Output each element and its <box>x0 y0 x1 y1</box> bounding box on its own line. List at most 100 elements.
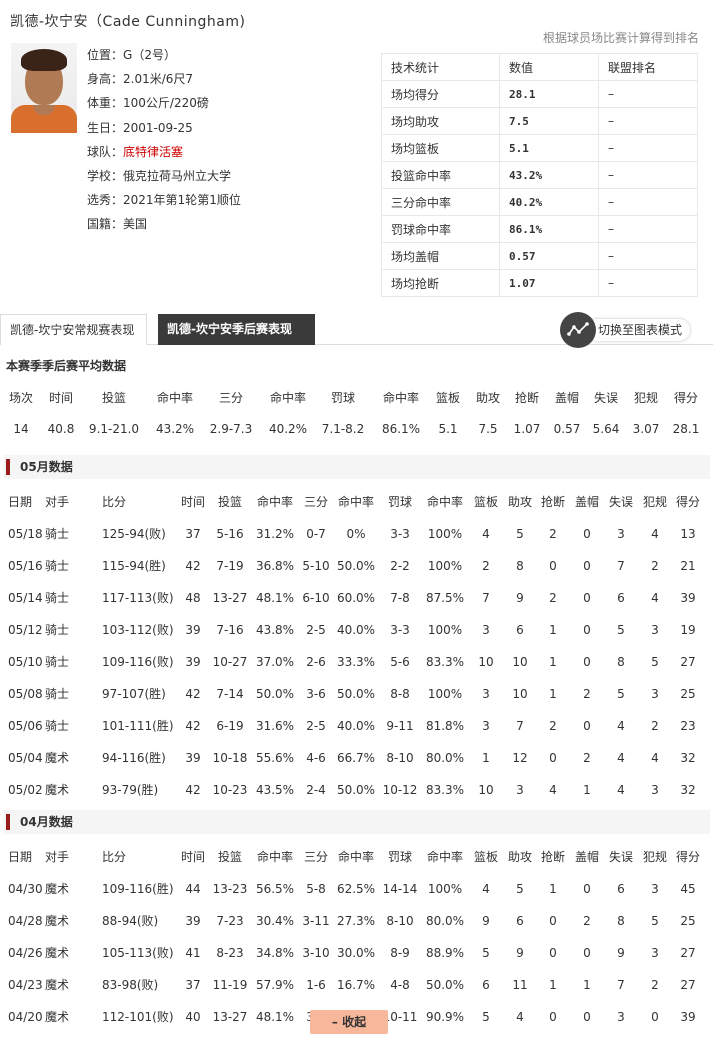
game-header-cell: 篮板 <box>473 495 499 509</box>
game-cell: 48.1% <box>255 1010 295 1024</box>
game-cell: 骑士 <box>45 623 70 637</box>
game-cell: 魔术 <box>45 946 70 960</box>
summary-header-cell: 篮板 <box>435 391 461 405</box>
game-header-cell: 投篮 <box>217 850 243 864</box>
game-cell: 81.8% <box>425 719 465 733</box>
game-cell: 5-16 <box>216 527 244 541</box>
tab-playoffs[interactable]: 凯德-坎宁安季后赛表现 <box>158 314 315 345</box>
game-cell: 10-27 <box>212 655 248 669</box>
game-header-cell: 失误 <box>608 495 634 509</box>
game-cell: 55.6% <box>255 751 295 765</box>
summary-header-cell: 盖帽 <box>554 391 580 405</box>
game-cell: 05/14 <box>8 591 43 605</box>
tech-stats-row: 三分命中率 40.2% – <box>381 188 698 216</box>
game-cell: 27 <box>680 978 696 992</box>
game-cell: 魔术 <box>45 978 70 992</box>
summary-header-cell: 投篮 <box>101 391 127 405</box>
game-cell: 7-14 <box>216 687 244 701</box>
game-header-cell: 得分 <box>675 495 701 509</box>
game-cell: 4 <box>482 527 490 541</box>
game-cell: 04/30 <box>8 882 43 896</box>
game-cell: 3 <box>651 687 659 701</box>
game-row: 04/28 魔术 88-94(败) 39 7-23 30.4% 3-11 27.3% 8-10 8… <box>0 905 713 937</box>
game-cell: 4 <box>516 1010 524 1024</box>
switch-chart-mode-label: 切换至图表模式 <box>586 319 691 341</box>
game-cell: 05/08 <box>8 687 43 701</box>
summary-value-cell: 7.1-8.2 <box>321 422 365 436</box>
game-cell: 5 <box>482 1010 490 1024</box>
tab-regular-season[interactable]: 凯德-坎宁安常规赛表现 <box>0 314 147 345</box>
game-cell: 1-6 <box>306 978 326 992</box>
game-cell: 2-5 <box>306 719 326 733</box>
game-cell: 56.5% <box>255 882 295 896</box>
game-cell: 8-10 <box>386 751 414 765</box>
tech-stats-row: 场均盖帽 0.57– <box>381 242 698 270</box>
collapse-button[interactable]: – 收起 <box>310 1010 388 1034</box>
game-cell: 19 <box>680 623 696 637</box>
game-row: 05/08 骑士 97-107(胜) 42 7-14 50.0% 3-6 50.0% 8-8 10… <box>0 678 713 710</box>
game-header-cell: 犯规 <box>642 495 668 509</box>
game-row: 05/02 魔术 93-79(胜) 42 10-23 43.5% 2-4 50.0% 10-12… <box>0 774 713 806</box>
game-cell: 1 <box>549 882 557 896</box>
team-link[interactable]: 底特律活塞 <box>123 145 183 159</box>
game-cell: 50.0% <box>336 559 376 573</box>
game-cell: 3 <box>651 946 659 960</box>
game-cell: 115-94(胜) <box>102 559 166 573</box>
summary-header-cell: 三分 <box>218 391 244 405</box>
game-cell: 30.4% <box>255 914 295 928</box>
game-cell: 31.2% <box>255 527 295 541</box>
month-header: 05月数据 <box>4 455 710 479</box>
game-cell: 04/20 <box>8 1010 43 1024</box>
game-cell: 100% <box>427 559 463 573</box>
game-cell: 10 <box>478 783 494 797</box>
game-cell: 1 <box>549 623 557 637</box>
summary-header-cell: 时间 <box>48 391 74 405</box>
game-cell: 32 <box>680 783 696 797</box>
summary-header-cell: 抢断 <box>514 391 540 405</box>
game-cell: 34.8% <box>255 946 295 960</box>
game-header-cell: 三分 <box>303 495 329 509</box>
tech-stats-row: 罚球命中率 86.1% – <box>381 215 698 243</box>
summary-value-cell: 2.9-7.3 <box>209 422 253 436</box>
game-header-row: 日期 对手 比分 时间 投篮 命中率 三分 命中率 罚球 命中率 篮板 助攻 抢断 盖帽 失误 犯规 得分 <box>0 841 713 873</box>
summary-header-cell: 失误 <box>593 391 619 405</box>
game-cell: 0 <box>583 655 591 669</box>
game-cell: 9 <box>516 946 524 960</box>
game-cell: 04/28 <box>8 914 43 928</box>
game-cell: 50.0% <box>425 978 465 992</box>
game-cell: 109-116(胜) <box>102 882 174 896</box>
game-cell: 0 <box>583 946 591 960</box>
game-cell: 2-6 <box>306 655 326 669</box>
summary-value-cell: 14 <box>13 422 29 436</box>
game-cell: 骑士 <box>45 655 70 669</box>
game-cell: 0% <box>346 527 366 541</box>
game-cell: 4 <box>651 591 659 605</box>
summary-header-cell: 命中率 <box>382 391 420 405</box>
game-cell: 骑士 <box>45 527 70 541</box>
game-cell: 7 <box>617 559 625 573</box>
game-cell: 3 <box>482 687 490 701</box>
game-cell: 37 <box>185 527 201 541</box>
game-header-cell: 命中率 <box>337 495 375 509</box>
game-cell: 39 <box>185 623 201 637</box>
game-cell: 23 <box>680 719 696 733</box>
game-cell: 5-10 <box>302 559 330 573</box>
game-cell: 8 <box>617 655 625 669</box>
game-cell: 8-23 <box>216 946 244 960</box>
game-cell: 100% <box>427 623 463 637</box>
game-cell: 骑士 <box>45 591 70 605</box>
tech-stats-row: 投篮命中率 43.2% – <box>381 161 698 189</box>
game-cell: 11-19 <box>212 978 248 992</box>
game-cell: 9 <box>482 914 490 928</box>
info-height: 身高：2.01米/6尺7 <box>87 72 194 87</box>
game-cell: 4 <box>617 751 625 765</box>
game-cell: 04/26 <box>8 946 43 960</box>
game-cell: 25 <box>680 914 696 928</box>
game-cell: 3 <box>482 719 490 733</box>
game-header-cell: 助攻 <box>507 850 533 864</box>
game-cell: 5 <box>617 687 625 701</box>
game-cell: 05/02 <box>8 783 43 797</box>
month-header: 04月数据 <box>4 810 710 834</box>
game-row: 05/04 魔术 94-116(胜) 39 10-18 55.6% 4-6 66.7% 8-10… <box>0 742 713 774</box>
game-cell: 骑士 <box>45 687 70 701</box>
